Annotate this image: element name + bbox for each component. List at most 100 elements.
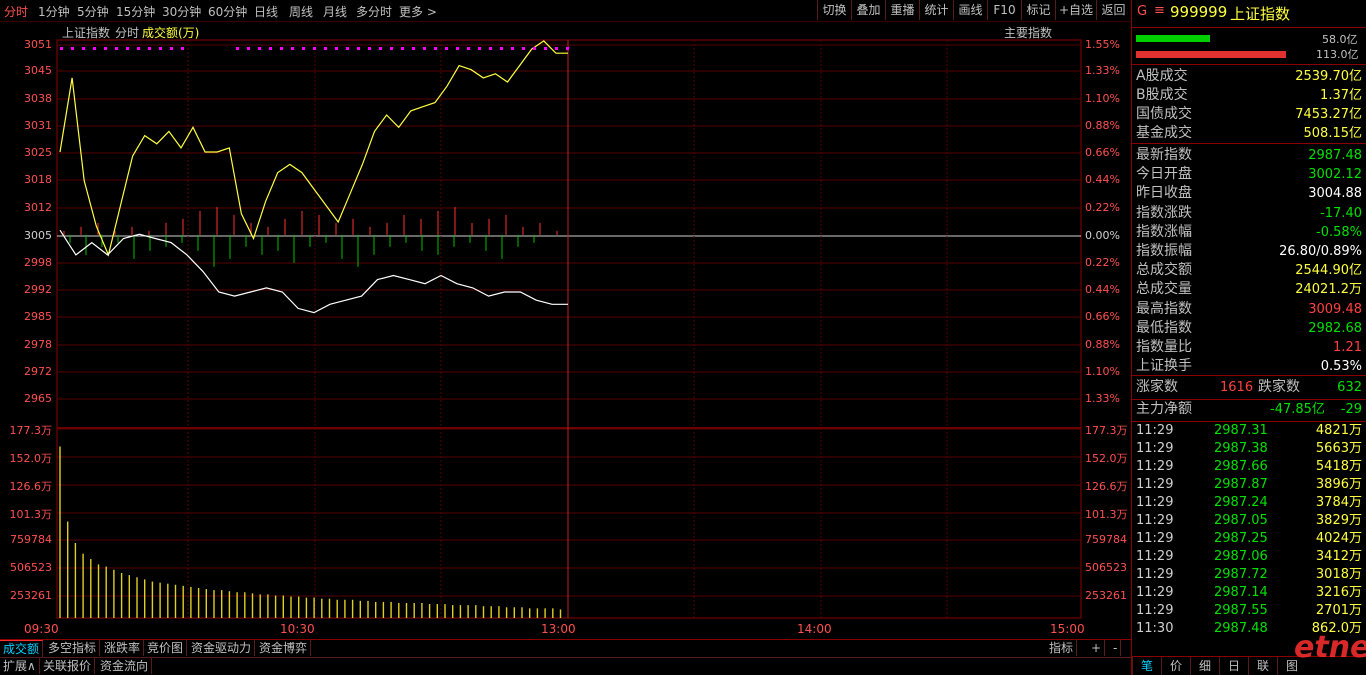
price-tick-right: 1.33% <box>1085 64 1120 77</box>
tick-volume: 3829万 <box>1315 513 1362 528</box>
stat-value: 1.37亿 <box>1320 88 1362 103</box>
signal-dot <box>170 47 173 50</box>
stat-value: 1.21 <box>1333 340 1362 355</box>
tab-monthly[interactable]: 月线 <box>323 3 347 20</box>
f10-button[interactable]: F10 <box>987 0 1021 20</box>
tab-1min[interactable]: 1分钟 <box>38 3 70 20</box>
tick-row[interactable]: 11:29 2987.55 2701万 <box>1136 602 1362 620</box>
stats-button[interactable]: 统计 <box>919 0 953 20</box>
mark-button[interactable]: 标记 <box>1021 0 1055 20</box>
panel-tab[interactable]: 联 <box>1248 657 1277 675</box>
tick-row[interactable]: 11:29 2987.05 3829万 <box>1136 512 1362 530</box>
switch-button[interactable]: 切换 <box>817 0 851 20</box>
signal-dot <box>82 47 85 50</box>
tick-row[interactable]: 11:29 2987.31 4821万 <box>1136 422 1362 440</box>
price-tick-right: 0.66% <box>1085 146 1120 159</box>
tab-long-short[interactable]: 多空指标 <box>45 640 101 656</box>
expand-button[interactable]: 扩展∧ <box>0 658 40 674</box>
tick-row[interactable]: 11:29 2987.14 3216万 <box>1136 584 1362 602</box>
zoom-out-button[interactable]: - <box>1110 640 1122 656</box>
zoom-in-button[interactable]: + <box>1088 640 1106 656</box>
stat-value: -0.58% <box>1316 224 1362 240</box>
tab-daily[interactable]: 日线 <box>254 3 278 20</box>
tick-row[interactable]: 11:29 2987.66 5418万 <box>1136 458 1362 476</box>
signal-dot <box>159 47 162 50</box>
panel-tab[interactable]: 细 <box>1190 657 1219 675</box>
tab-intraday[interactable]: 分时 <box>4 3 28 20</box>
tick-row[interactable]: 11:29 2987.25 4024万 <box>1136 530 1362 548</box>
main-index-label[interactable]: 主要指数 <box>1004 24 1052 41</box>
stat-label: 国债成交 <box>1136 106 1192 122</box>
chart-index-name: 上证指数 <box>62 26 111 40</box>
signal-dot <box>511 47 514 50</box>
signal-dot <box>60 47 63 50</box>
tick-volume: 2701万 <box>1315 603 1362 618</box>
replay-button[interactable]: 重播 <box>885 0 919 20</box>
sell-ratio-value: 113.0亿 <box>1316 48 1359 61</box>
price-tick-right: 0.44% <box>1085 283 1120 296</box>
intraday-chart[interactable] <box>0 21 1131 639</box>
fund-flow-button[interactable]: 资金流向 <box>97 658 153 674</box>
panel-tab[interactable]: 价 <box>1161 657 1190 675</box>
price-tick-left: 2972 <box>24 365 52 378</box>
stat-value: 3009.48 <box>1308 301 1362 317</box>
stat-row: 最低指数 2982.68 <box>1136 319 1362 338</box>
tick-volume: 3018万 <box>1315 567 1362 582</box>
related-quotes-button[interactable]: 关联报价 <box>40 658 96 674</box>
tab-30min[interactable]: 30分钟 <box>162 3 201 20</box>
volume-tick-left: 101.3万 <box>9 508 53 521</box>
tab-15min[interactable]: 15分钟 <box>116 3 155 20</box>
menu-icon[interactable]: ≡ <box>1154 3 1165 18</box>
price-tick-left: 3005 <box>24 229 52 242</box>
tick-volume: 4821万 <box>1315 423 1362 438</box>
tick-row[interactable]: 11:29 2987.72 3018万 <box>1136 566 1362 584</box>
tab-multi-intraday[interactable]: 多分时 <box>356 3 392 20</box>
volume-tick-right: 506523 <box>1085 561 1127 574</box>
panel-tab[interactable]: 日 <box>1219 657 1248 675</box>
tick-time: 11:29 <box>1136 513 1174 528</box>
indicator-button[interactable]: 指标 <box>1046 640 1078 656</box>
tick-row[interactable]: 11:29 2987.87 3896万 <box>1136 476 1362 494</box>
stat-row: 指数振幅 26.80/0.89% <box>1136 242 1362 261</box>
tab-5min[interactable]: 5分钟 <box>77 3 109 20</box>
time-label-1030: 10:30 <box>280 622 315 636</box>
tick-row[interactable]: 11:29 2987.24 3784万 <box>1136 494 1362 512</box>
volume-tick-left: 152.0万 <box>9 452 53 465</box>
stock-code: 999999 <box>1170 3 1228 21</box>
add-watchlist-button[interactable]: +自选 <box>1055 0 1096 20</box>
signal-dot <box>148 47 151 50</box>
signal-dot <box>467 47 470 50</box>
signal-dot <box>533 47 536 50</box>
tick-row[interactable]: 11:29 2987.06 3412万 <box>1136 548 1362 566</box>
price-tick-left: 3018 <box>24 173 52 186</box>
tick-row[interactable]: 11:29 2987.38 5663万 <box>1136 440 1362 458</box>
panel-tab[interactable]: 笔 <box>1132 657 1161 675</box>
stat-value: 7453.27亿 <box>1295 107 1362 122</box>
back-button[interactable]: 返回 <box>1096 0 1130 20</box>
stat-row: 最新指数 2987.48 <box>1136 146 1362 165</box>
chart-frame <box>56 39 1082 619</box>
tick-time: 11:29 <box>1136 585 1174 600</box>
stat-value: 2544.90亿 <box>1295 263 1362 279</box>
signal-dot <box>71 47 74 50</box>
tick-time: 11:29 <box>1136 423 1174 438</box>
tab-up-down-ratio[interactable]: 涨跌率 <box>101 640 145 656</box>
tab-more[interactable]: 更多 > <box>399 3 437 20</box>
tab-turnover[interactable]: 成交额 <box>0 640 44 657</box>
quote-panel: G ≡ 999999 上证指数 58.0亿 113.0亿 A股成交 2539.70… <box>1131 0 1366 675</box>
tab-fund-game[interactable]: 资金博弈 <box>256 640 312 656</box>
overlay-button[interactable]: 叠加 <box>851 0 885 20</box>
tab-60min[interactable]: 60分钟 <box>208 3 247 20</box>
tab-weekly[interactable]: 周线 <box>289 3 313 20</box>
stat-row: 国债成交 7453.27亿 <box>1136 105 1362 124</box>
volume-tick-right: 759784 <box>1085 533 1127 546</box>
price-tick-right: 0.88% <box>1085 338 1120 351</box>
draw-button[interactable]: 画线 <box>953 0 987 20</box>
stat-label: 指数涨跌 <box>1136 204 1192 221</box>
tab-auction-chart[interactable]: 竞价图 <box>144 640 188 656</box>
tab-fund-drive[interactable]: 资金驱动力 <box>188 640 256 656</box>
stat-label: 今日开盘 <box>1136 166 1192 183</box>
tick-time: 11:29 <box>1136 477 1174 492</box>
chart-mode: 分时 <box>115 26 140 40</box>
signal-dot <box>258 47 261 50</box>
